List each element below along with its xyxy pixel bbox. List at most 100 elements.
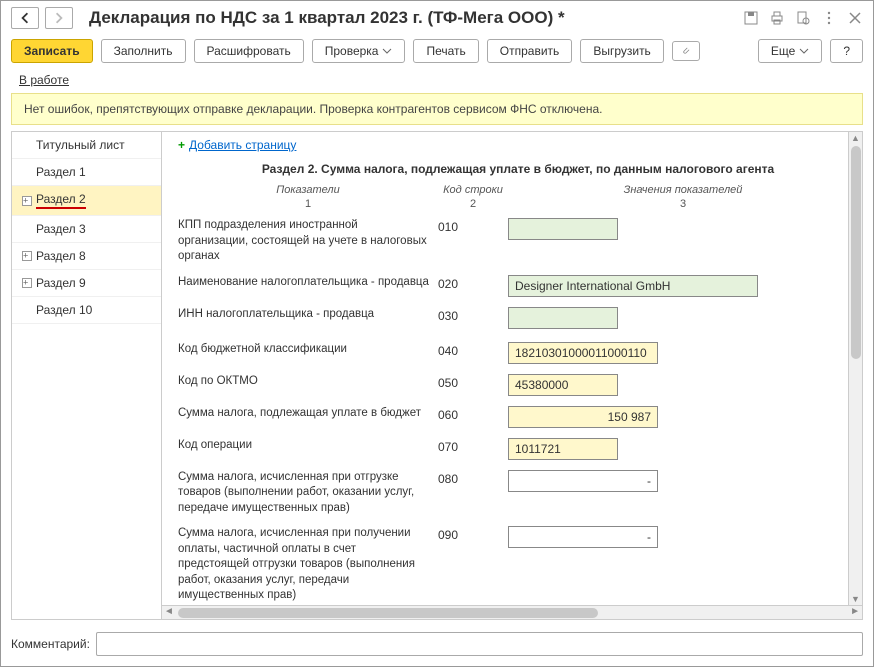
attach-button[interactable] (672, 41, 700, 61)
row-code: 020 (438, 275, 508, 291)
field-090[interactable]: - (508, 526, 658, 548)
row-code: 040 (438, 342, 508, 358)
field-030[interactable] (508, 307, 618, 329)
row-label: Сумма налога, подлежащая уплате в бюджет (178, 406, 438, 422)
row-code: 090 (438, 526, 508, 542)
footer: Комментарий: (1, 626, 873, 666)
sidebar-item-5[interactable]: Раздел 9 (12, 270, 161, 297)
field-070[interactable]: 1011721 (508, 438, 618, 460)
app-window: Декларация по НДС за 1 квартал 2023 г. (… (0, 0, 874, 667)
row-value-wrap: 150 987 (508, 406, 858, 428)
row-value-wrap (508, 218, 858, 243)
col-sub-1: 1 (178, 198, 438, 210)
row-label: КПП подразделения иностранной организаци… (178, 218, 438, 265)
sidebar-item-3[interactable]: Раздел 3 (12, 216, 161, 243)
sidebar-item-4[interactable]: Раздел 8 (12, 243, 161, 270)
export-button[interactable]: Выгрузить (580, 39, 664, 63)
row-label: Наименование налогоплательщика - продавц… (178, 275, 438, 291)
col-sub-3: 3 (508, 198, 858, 210)
sidebar: Титульный листРаздел 1Раздел 2Раздел 3Ра… (12, 132, 162, 619)
field-010[interactable] (508, 218, 618, 240)
row-value-wrap: - (508, 526, 858, 548)
add-page-link[interactable]: Добавить страницу (178, 138, 296, 152)
nav-forward-button[interactable] (45, 7, 73, 29)
title-icons (743, 10, 863, 26)
form-row-060: Сумма налога, подлежащая уплате в бюджет… (178, 406, 858, 428)
row-value-wrap: Designer International GmbH (508, 275, 858, 297)
horizontal-scrollbar[interactable] (162, 605, 862, 619)
vscroll-thumb[interactable] (851, 146, 861, 359)
row-label: Код операции (178, 438, 438, 454)
toolbar: Записать Заполнить Расшифровать Проверка… (1, 35, 873, 71)
row-label: Код по ОКТМО (178, 374, 438, 390)
form-row-030: ИНН налогоплательщика - продавца030 (178, 307, 858, 332)
close-icon[interactable] (847, 10, 863, 26)
row-value-wrap (508, 307, 858, 332)
help-button[interactable]: ? (830, 39, 863, 63)
row-label: Код бюджетной классификации (178, 342, 438, 358)
row-code: 010 (438, 218, 508, 234)
more-button[interactable]: Еще (758, 39, 822, 63)
column-subheaders: 1 2 3 (178, 198, 858, 210)
field-060[interactable]: 150 987 (508, 406, 658, 428)
sidebar-item-1[interactable]: Раздел 1 (12, 159, 161, 186)
field-050[interactable]: 45380000 (508, 374, 618, 396)
form-row-050: Код по ОКТМО05045380000 (178, 374, 858, 396)
row-value-wrap: 1011721 (508, 438, 858, 460)
fill-button[interactable]: Заполнить (101, 39, 186, 63)
form-row-010: КПП подразделения иностранной организаци… (178, 218, 858, 265)
row-value-wrap: - (508, 470, 858, 492)
decode-button[interactable]: Расшифровать (194, 39, 304, 63)
check-button[interactable]: Проверка (312, 39, 406, 63)
form-row-040: Код бюджетной классификации0401821030100… (178, 342, 858, 364)
row-value-wrap: 18210301000011000110 (508, 342, 858, 364)
row-code: 050 (438, 374, 508, 390)
row-label: Сумма налога, исчисленная при отгрузке т… (178, 470, 438, 517)
sidebar-item-6[interactable]: Раздел 10 (12, 297, 161, 324)
column-headers: Показатели Код строки Значения показател… (178, 184, 858, 196)
col-header-3: Значения показателей (508, 184, 858, 196)
more-button-label: Еще (771, 44, 795, 58)
row-label: Сумма налога, исчисленная при получении … (178, 526, 438, 604)
row-code: 080 (438, 470, 508, 486)
form-row-080: Сумма налога, исчисленная при отгрузке т… (178, 470, 858, 517)
kebab-icon[interactable] (821, 10, 837, 26)
form-row-020: Наименование налогоплательщика - продавц… (178, 275, 858, 297)
field-080[interactable]: - (508, 470, 658, 492)
main-area: Титульный листРаздел 1Раздел 2Раздел 3Ра… (11, 131, 863, 620)
content-inner: Добавить страницу Раздел 2. Сумма налога… (162, 132, 862, 605)
sidebar-item-2[interactable]: Раздел 2 (12, 186, 161, 216)
comment-label: Комментарий: (11, 637, 90, 651)
row-code: 070 (438, 438, 508, 454)
form-row-090: Сумма налога, исчисленная при получении … (178, 526, 858, 604)
row-code: 030 (438, 307, 508, 323)
sidebar-item-0[interactable]: Титульный лист (12, 132, 161, 159)
row-label: ИНН налогоплательщика - продавца (178, 307, 438, 323)
hscroll-thumb[interactable] (178, 608, 598, 618)
comment-input[interactable] (96, 632, 863, 656)
col-sub-2: 2 (438, 198, 508, 210)
content-area: Добавить страницу Раздел 2. Сумма налога… (162, 132, 862, 619)
status-link-row: В работе (1, 71, 873, 93)
nav-back-button[interactable] (11, 7, 39, 29)
row-value-wrap: 45380000 (508, 374, 858, 396)
info-bar: Нет ошибок, препятствующих отправке декл… (11, 93, 863, 125)
form-row-070: Код операции0701011721 (178, 438, 858, 460)
titlebar: Декларация по НДС за 1 квартал 2023 г. (… (1, 1, 873, 35)
preview-icon[interactable] (795, 10, 811, 26)
status-link[interactable]: В работе (19, 73, 69, 87)
row-code: 060 (438, 406, 508, 422)
col-header-1: Показатели (178, 184, 438, 196)
print-icon[interactable] (769, 10, 785, 26)
field-040[interactable]: 18210301000011000110 (508, 342, 658, 364)
window-title: Декларация по НДС за 1 квартал 2023 г. (… (89, 8, 737, 28)
save-icon[interactable] (743, 10, 759, 26)
vertical-scrollbar[interactable] (848, 132, 862, 605)
section-title: Раздел 2. Сумма налога, подлежащая уплат… (178, 162, 858, 176)
col-header-2: Код строки (438, 184, 508, 196)
print-button[interactable]: Печать (413, 39, 478, 63)
send-button[interactable]: Отправить (487, 39, 573, 63)
field-020[interactable]: Designer International GmbH (508, 275, 758, 297)
save-button[interactable]: Записать (11, 39, 93, 63)
check-button-label: Проверка (325, 44, 379, 58)
